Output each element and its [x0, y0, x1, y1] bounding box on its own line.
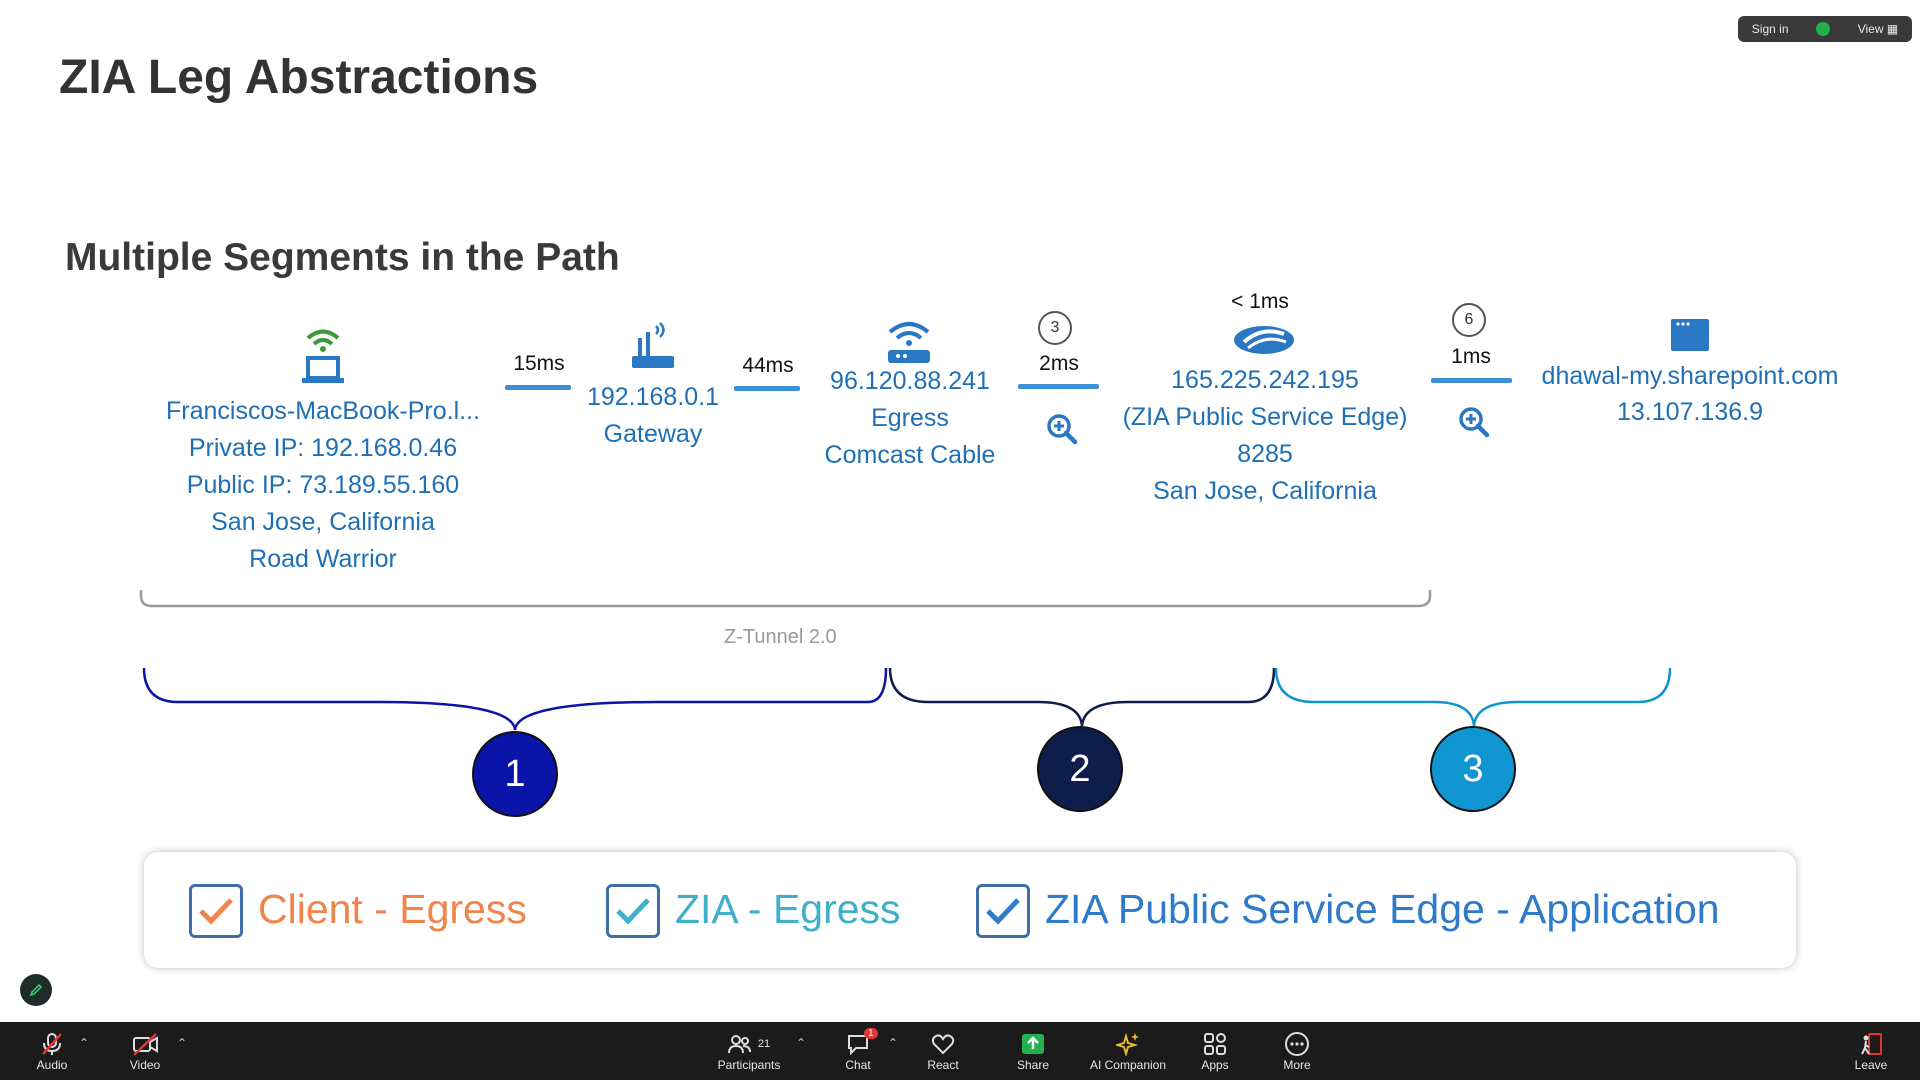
meeting-status-pill: Sign in View ▦ — [1738, 16, 1912, 42]
client-public-ip: Public IP: 73.189.55.160 — [186, 471, 460, 499]
segment-braces — [142, 667, 1672, 731]
slide-title: ZIA Leg Abstractions — [59, 51, 539, 104]
latency-5: 1ms — [1451, 345, 1491, 368]
apps-label: Apps — [1201, 1058, 1229, 1072]
more-dots-icon — [1285, 1032, 1309, 1056]
latency-2-line — [734, 386, 800, 391]
service-edge-node: 165.225.242.195 (ZIA Public Service Edge… — [1105, 362, 1425, 510]
slide-subtitle: Multiple Segments in the Path — [65, 236, 620, 279]
zoom-in-icon[interactable] — [1458, 406, 1490, 438]
share-button[interactable]: Share — [988, 1030, 1078, 1072]
apps-icon — [1204, 1033, 1226, 1055]
share-label: Share — [1016, 1058, 1050, 1072]
client-egress-label: Client - Egress — [258, 886, 527, 932]
participants-button[interactable]: 21 Participants — [704, 1030, 794, 1072]
zia-egress-checkbox[interactable] — [606, 884, 660, 938]
wifi-router-icon — [884, 320, 934, 366]
react-button[interactable]: React — [898, 1030, 988, 1072]
participants-options-caret[interactable]: ⌃ — [796, 1036, 806, 1050]
react-label: React — [927, 1058, 959, 1072]
heart-icon — [931, 1034, 955, 1055]
latency-4: < 1ms — [1231, 290, 1289, 313]
leave-icon — [1861, 1033, 1882, 1055]
application-node: dhawal-my.sharepoint.com 13.107.136.9 — [1520, 358, 1860, 430]
secure-check-icon — [1816, 22, 1831, 36]
edge-id: 8285 — [1237, 440, 1293, 468]
edge-application-checkbox[interactable] — [976, 884, 1030, 938]
segment-3-badge: 3 — [1430, 726, 1516, 812]
sparkle-icon — [1116, 1032, 1139, 1056]
gateway-label: Gateway — [603, 420, 703, 448]
gateway-node: 192.168.0.1 Gateway — [573, 379, 733, 453]
mic-muted-icon — [42, 1033, 62, 1055]
latency-3-line — [1018, 384, 1099, 389]
edge-location: San Jose, California — [1153, 477, 1377, 505]
more-label: More — [1283, 1058, 1311, 1072]
segment-checklist-panel: Client - Egress ZIA - Egress ZIA Public … — [144, 852, 1796, 968]
edge-application-label: ZIA Public Service Edge - Application — [1045, 886, 1720, 932]
client-egress-checkbox[interactable] — [189, 884, 243, 938]
egress-isp: Comcast Cable — [824, 441, 996, 469]
chat-label: Chat — [845, 1058, 871, 1072]
egress-label: Egress — [871, 404, 949, 432]
edge-label: (ZIA Public Service Edge) — [1122, 403, 1408, 431]
chat-unread-badge: 1 — [864, 1028, 878, 1039]
sign-in-link[interactable]: Sign in — [1752, 22, 1789, 36]
zia-egress-label: ZIA - Egress — [675, 886, 901, 932]
tunnel-label: Z-Tunnel 2.0 — [724, 626, 837, 648]
segment-2-badge: 2 — [1037, 726, 1123, 812]
latency-2: 44ms — [742, 354, 794, 377]
zoom-in-icon[interactable] — [1046, 413, 1078, 445]
more-button[interactable]: More — [1252, 1030, 1342, 1072]
client-location: San Jose, California — [211, 508, 435, 536]
participants-icon — [727, 1035, 751, 1054]
egress-ip: 96.120.88.241 — [830, 367, 990, 395]
meeting-toolbar: Audio ⌃ Video ⌃ 21 Participants ⌃ 1 Chat… — [0, 1022, 1920, 1080]
ai-companion-label: AI Companion — [1089, 1058, 1167, 1072]
segment-1-badge: 1 — [472, 731, 558, 817]
apps-button[interactable]: Apps — [1170, 1030, 1260, 1072]
latency-3: 2ms — [1039, 352, 1079, 375]
tunnel-bracket — [139, 590, 1432, 608]
client-node: Franciscos-MacBook-Pro.l... Private IP: … — [150, 393, 496, 578]
router-icon — [628, 322, 678, 372]
egress-node: 96.120.88.241 Egress Comcast Cable — [800, 363, 1020, 474]
app-hostname[interactable]: dhawal-my.sharepoint.com — [1520, 358, 1860, 394]
share-screen-icon — [1022, 1034, 1044, 1054]
edge-ip: 165.225.242.195 — [1171, 366, 1359, 394]
view-button[interactable]: View ▦ — [1858, 22, 1898, 36]
video-label: Video — [129, 1058, 161, 1072]
application-window-icon — [1670, 318, 1710, 352]
leave-label: Leave — [1854, 1058, 1888, 1072]
laptop-wifi-icon — [298, 322, 348, 386]
client-hostname[interactable]: Franciscos-MacBook-Pro.l... — [150, 393, 496, 430]
view-label: View — [1857, 22, 1884, 36]
gateway-ip: 192.168.0.1 — [586, 383, 720, 411]
latency-1: 15ms — [513, 352, 565, 375]
camera-off-icon — [133, 1033, 158, 1056]
latency-1-line — [505, 385, 571, 390]
leave-button[interactable]: Leave — [1826, 1030, 1916, 1072]
participants-count: 21 — [757, 1038, 771, 1050]
audio-label: Audio — [36, 1058, 68, 1072]
zscaler-cloud-icon — [1232, 320, 1296, 356]
latency-5-line — [1431, 378, 1512, 383]
pencil-icon — [29, 983, 43, 997]
participants-label: Participants — [717, 1058, 781, 1072]
hop-count-badge: 3 — [1038, 311, 1072, 345]
app-ip: 13.107.136.9 — [1617, 398, 1763, 426]
ai-companion-button[interactable]: AI Companion — [1083, 1030, 1173, 1072]
audio-options-caret[interactable]: ⌃ — [79, 1036, 89, 1050]
chat-options-caret[interactable]: ⌃ — [888, 1036, 898, 1050]
client-private-ip: Private IP: 192.168.0.46 — [188, 434, 458, 462]
hop-count-badge: 6 — [1452, 303, 1486, 337]
annotate-pen-button[interactable] — [20, 974, 52, 1006]
video-options-caret[interactable]: ⌃ — [177, 1036, 187, 1050]
